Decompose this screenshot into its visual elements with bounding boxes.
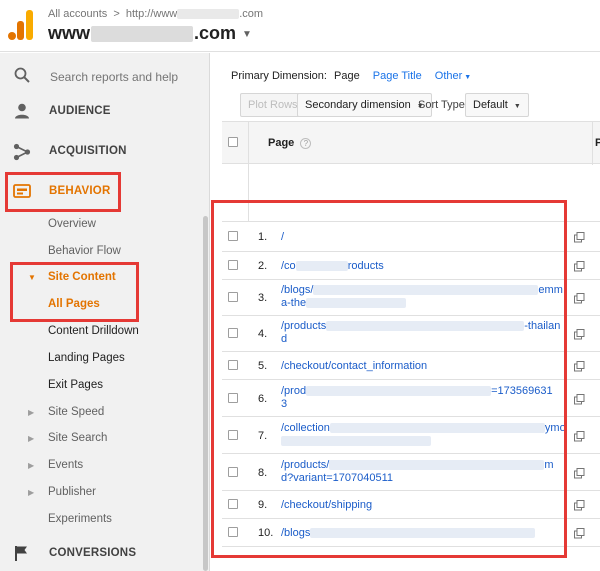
sidebar-item-label: Events — [48, 459, 84, 471]
table-header: Page? P — [222, 121, 600, 165]
sidebar-item-label: Behavior Flow — [48, 245, 121, 257]
secondary-dimension-label: Secondary dimension — [305, 99, 411, 111]
triangle-right-icon: ▶ — [28, 434, 35, 443]
triangle-right-icon: ▶ — [28, 461, 35, 470]
secondary-dimension-dropdown[interactable]: Secondary dimension ▼ — [297, 93, 432, 117]
search-icon — [14, 67, 30, 88]
highlight-box-pages-table — [211, 200, 567, 558]
sidebar-item-site-search[interactable]: ▶ Site Search — [0, 425, 209, 451]
sidebar-item-landing-pages[interactable]: Landing Pages — [0, 345, 209, 371]
sidebar-item-label: Site Speed — [48, 406, 105, 418]
sidebar-item-label: ACQUISITION — [49, 145, 127, 157]
sidebar-item-experiments[interactable]: Experiments — [0, 506, 209, 532]
sidebar-item-conversions[interactable]: CONVERSIONS — [0, 537, 209, 569]
caret-down-icon: ▼ — [513, 103, 521, 110]
search-input[interactable]: Search reports and help — [50, 70, 178, 84]
dimension-page-title-link[interactable]: Page Title — [373, 70, 422, 82]
table-toolbar: Plot Rows Secondary dimension ▼ Sort Type… — [222, 93, 600, 119]
triangle-right-icon: ▶ — [28, 408, 35, 417]
sidebar-item-overview[interactable]: Overview — [0, 211, 209, 237]
open-page-icon[interactable] — [574, 291, 585, 309]
open-page-icon[interactable] — [574, 359, 585, 377]
sidebar-item-behavior-flow[interactable]: Behavior Flow — [0, 238, 209, 264]
account-name-suffix: .com — [194, 23, 237, 43]
account-selector[interactable]: www .com ▼ — [48, 23, 252, 44]
open-page-icon[interactable] — [574, 259, 585, 277]
sidebar-search[interactable]: Search reports and help — [0, 53, 209, 98]
sidebar-item-label: Content Drilldown — [48, 325, 139, 337]
redacted-block — [177, 9, 240, 20]
sidebar-item-label: Publisher — [48, 486, 96, 498]
breadcrumb-property-suffix: .com — [239, 8, 264, 20]
select-all-checkbox[interactable] — [228, 137, 238, 147]
person-icon — [13, 103, 31, 124]
sort-type-dropdown[interactable]: Default ▼ — [465, 93, 529, 117]
primary-dimension-label: Primary Dimension: — [231, 70, 327, 82]
redacted-block — [91, 26, 194, 43]
sidebar-item-label: CONVERSIONS — [49, 547, 137, 559]
caret-down-icon[interactable]: ▼ — [464, 74, 471, 81]
sidebar-item-label: Exit Pages — [48, 379, 103, 391]
open-page-icon[interactable] — [574, 327, 585, 345]
sidebar-item-events[interactable]: ▶ Events — [0, 452, 209, 478]
sidebar-item-publisher[interactable]: ▶ Publisher — [0, 479, 209, 505]
sidebar-item-audience[interactable]: AUDIENCE — [0, 95, 209, 127]
open-page-icon[interactable] — [574, 526, 585, 544]
open-page-icon[interactable] — [574, 466, 585, 484]
sidebar-item-label: Overview — [48, 218, 96, 230]
sidebar-item-label: Landing Pages — [48, 352, 125, 364]
help-icon[interactable]: ? — [300, 137, 312, 149]
sidebar-item-site-speed[interactable]: ▶ Site Speed — [0, 399, 209, 425]
sidebar-item-label: Site Search — [48, 432, 108, 444]
open-page-icon[interactable] — [574, 230, 585, 248]
highlight-box-behavior — [5, 172, 121, 212]
highlight-box-site-content — [10, 262, 139, 322]
sidebar-item-acquisition[interactable]: ACQUISITION — [0, 135, 209, 167]
column-header-next[interactable]: P — [595, 137, 600, 149]
acquisition-icon — [13, 143, 31, 166]
triangle-right-icon: ▶ — [28, 488, 35, 497]
column-header-label: Page — [268, 137, 295, 149]
analytics-logo[interactable] — [8, 10, 34, 40]
open-page-icon[interactable] — [574, 429, 585, 447]
sidebar-item-exit-pages[interactable]: Exit Pages — [0, 372, 209, 398]
sort-type-value: Default — [473, 99, 508, 111]
primary-dimension-bar: Primary Dimension: Page Page Title Other… — [231, 70, 471, 82]
open-page-icon[interactable] — [574, 392, 585, 410]
sidebar-item-label: AUDIENCE — [49, 105, 111, 117]
breadcrumb-property-prefix: http://www — [125, 8, 178, 20]
sidebar-scrollbar[interactable] — [203, 216, 208, 571]
sidebar-item-label: Experiments — [48, 513, 112, 525]
top-header: All accounts > http://www .com www .com ▼ — [0, 0, 600, 52]
sort-type-label: Sort Type: — [418, 99, 468, 111]
column-header-page[interactable]: Page? — [268, 137, 312, 149]
dimension-other-dropdown[interactable]: Other — [435, 70, 463, 82]
account-name-prefix: www — [48, 23, 91, 43]
dimension-page-current[interactable]: Page — [334, 70, 360, 82]
caret-down-icon[interactable]: ▼ — [242, 29, 252, 40]
breadcrumb-root[interactable]: All accounts — [48, 8, 107, 20]
open-page-icon[interactable] — [574, 498, 585, 516]
flag-icon — [13, 545, 29, 566]
breadcrumb-separator: > — [113, 8, 120, 20]
account-breadcrumb[interactable]: All accounts > http://www .com — [48, 8, 263, 20]
plot-rows-button[interactable]: Plot Rows — [240, 93, 306, 117]
